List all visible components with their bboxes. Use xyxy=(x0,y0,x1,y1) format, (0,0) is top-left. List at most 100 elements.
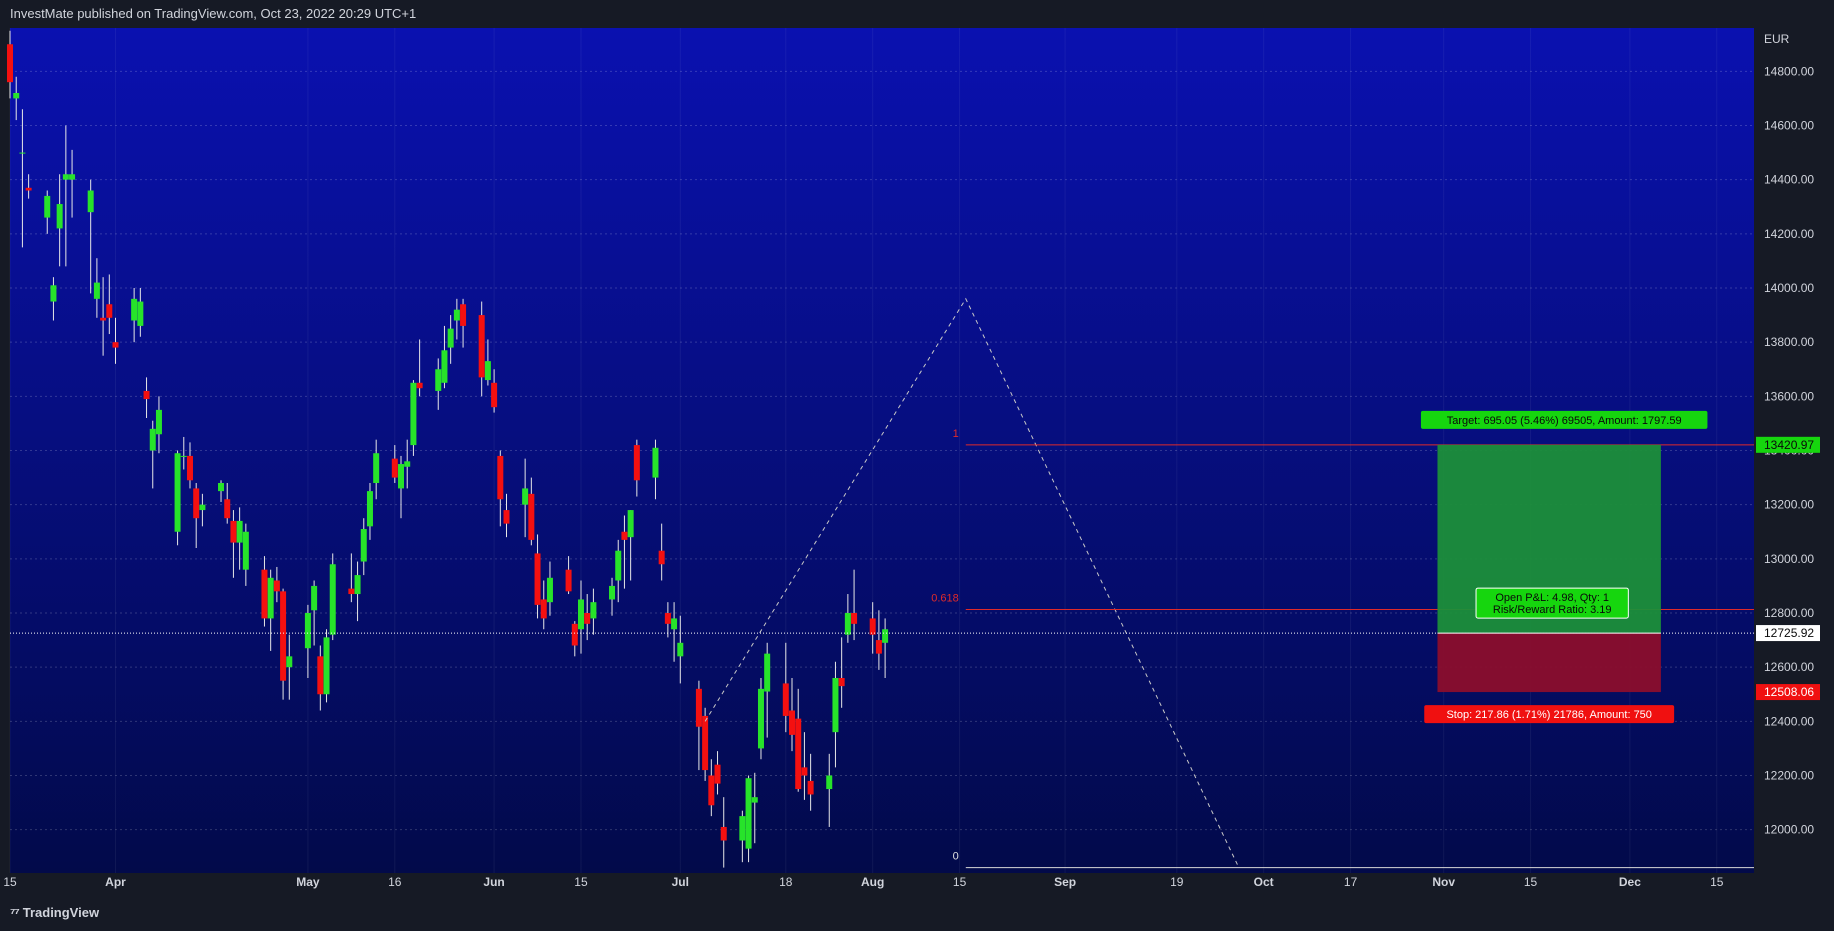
y-tick-label: 12000.00 xyxy=(1764,823,1814,837)
candle-down xyxy=(112,342,119,348)
candle-up xyxy=(93,282,100,299)
candle-up xyxy=(844,613,851,635)
candle-up xyxy=(311,585,318,611)
candle-up xyxy=(826,775,833,790)
candle-up xyxy=(546,577,553,603)
candle-up xyxy=(757,688,764,749)
candle-down xyxy=(801,767,808,776)
x-tick-label: Jul xyxy=(672,875,689,889)
candle-down xyxy=(503,510,510,524)
candle-up xyxy=(609,585,616,600)
candle-down xyxy=(795,718,802,790)
candle-up xyxy=(329,564,336,635)
candle-up xyxy=(745,778,752,849)
y-tick-label: 14800.00 xyxy=(1764,64,1814,78)
candle-down xyxy=(875,640,882,654)
candle-down xyxy=(789,710,796,735)
candle-down xyxy=(317,656,324,695)
candle-up xyxy=(882,629,889,643)
y-tick-label: 12200.00 xyxy=(1764,769,1814,783)
candle-up xyxy=(398,464,405,489)
candle-down xyxy=(7,44,13,83)
candle-down xyxy=(695,688,702,727)
candle-down xyxy=(460,304,467,326)
candle-down xyxy=(186,455,193,481)
y-tick-label: 14000.00 xyxy=(1764,281,1814,295)
y-tick-label: 13200.00 xyxy=(1764,498,1814,512)
candle-down xyxy=(100,317,107,321)
candle-down xyxy=(720,826,727,841)
stop-price-tag: 12508.06 xyxy=(1764,685,1814,699)
x-tick-label: 15 xyxy=(1524,875,1538,889)
y-tick-label: 12600.00 xyxy=(1764,660,1814,674)
candle-down xyxy=(230,520,237,543)
candle-down xyxy=(261,569,268,619)
tradingview-logo[interactable]: ⁷⁷ TradingView xyxy=(0,905,99,920)
candle-up xyxy=(174,453,181,532)
candle-down xyxy=(584,613,591,624)
candle-down xyxy=(869,618,876,635)
x-tick-label: May xyxy=(296,875,320,889)
candle-down xyxy=(491,382,498,408)
candle-down xyxy=(540,599,547,619)
currency-label: EUR xyxy=(1764,32,1790,46)
candle-up xyxy=(577,599,584,630)
footer-bar: ⁷⁷ TradingView xyxy=(0,900,1834,931)
candle-up xyxy=(155,409,162,435)
candle-down xyxy=(708,775,715,806)
candle-up xyxy=(739,816,746,841)
candle-up xyxy=(366,491,373,527)
x-tick-label: Nov xyxy=(1432,875,1455,889)
candle-down xyxy=(851,613,858,624)
y-tick-label: 12800.00 xyxy=(1764,606,1814,620)
target-price-tag: 13420.97 xyxy=(1764,438,1814,452)
y-tick-label: 13000.00 xyxy=(1764,552,1814,566)
x-tick-label: Aug xyxy=(861,875,884,889)
candle-down xyxy=(106,304,113,318)
candle-up xyxy=(323,637,330,695)
stop-zone xyxy=(1437,633,1661,693)
candle-up xyxy=(484,361,491,381)
candle-up xyxy=(652,447,659,478)
price-chart[interactable]: 1 0.618 0 12000.00 12200.00 12400.00 12600.00… xyxy=(0,0,1834,900)
pnl-box: Open P&L: 4.98, Qty: 1Risk/Reward Ratio:… xyxy=(1475,587,1629,619)
y-tick-label: 13600.00 xyxy=(1764,389,1814,403)
candle-down xyxy=(193,488,200,519)
candle-up xyxy=(69,174,76,180)
candle-up xyxy=(627,510,634,538)
candle-up xyxy=(50,285,57,302)
pnl-box-text: Open P&L: 4.98, Qty: 1 xyxy=(1495,592,1609,604)
candle-up xyxy=(441,350,448,383)
candle-down xyxy=(838,678,845,687)
candle-down xyxy=(664,613,671,624)
candle-down xyxy=(621,531,628,540)
candle-down xyxy=(528,493,535,540)
candle-up xyxy=(19,152,26,154)
x-tick-label: Dec xyxy=(1619,875,1641,889)
x-tick-label: Sep xyxy=(1054,875,1076,889)
candle-up xyxy=(267,577,274,619)
time-axis[interactable]: 15 Apr May 16 Jun 15 Jul 18 Aug 15 Sep 19 Oct 17 Nov 15… xyxy=(3,875,1723,889)
candle-down xyxy=(571,623,578,646)
target-label: Target: 695.05 (5.46%) 69505, Amount: 17… xyxy=(1420,410,1708,429)
x-tick-label: Apr xyxy=(105,875,126,889)
y-tick-label: 14600.00 xyxy=(1764,119,1814,133)
candle-down xyxy=(714,764,721,784)
candle-up xyxy=(410,382,417,446)
candle-up xyxy=(360,529,367,562)
candle-down xyxy=(348,588,355,595)
candle-up xyxy=(435,369,442,391)
x-tick-label: 15 xyxy=(3,875,17,889)
candle-down xyxy=(143,390,150,400)
candle-up xyxy=(13,93,20,99)
candle-up xyxy=(522,488,529,505)
candle-up xyxy=(149,428,156,451)
fib-level-label: 1 xyxy=(953,428,959,440)
candle-down xyxy=(416,382,423,389)
x-tick-label: 18 xyxy=(779,875,793,889)
candle-up xyxy=(180,455,187,457)
x-tick-label: 19 xyxy=(1170,875,1184,889)
x-tick-label: 17 xyxy=(1344,875,1358,889)
x-tick-label: 15 xyxy=(1710,875,1724,889)
stop-label-text: Stop: 217.86 (1.71%) 21786, Amount: 750 xyxy=(1446,709,1651,721)
